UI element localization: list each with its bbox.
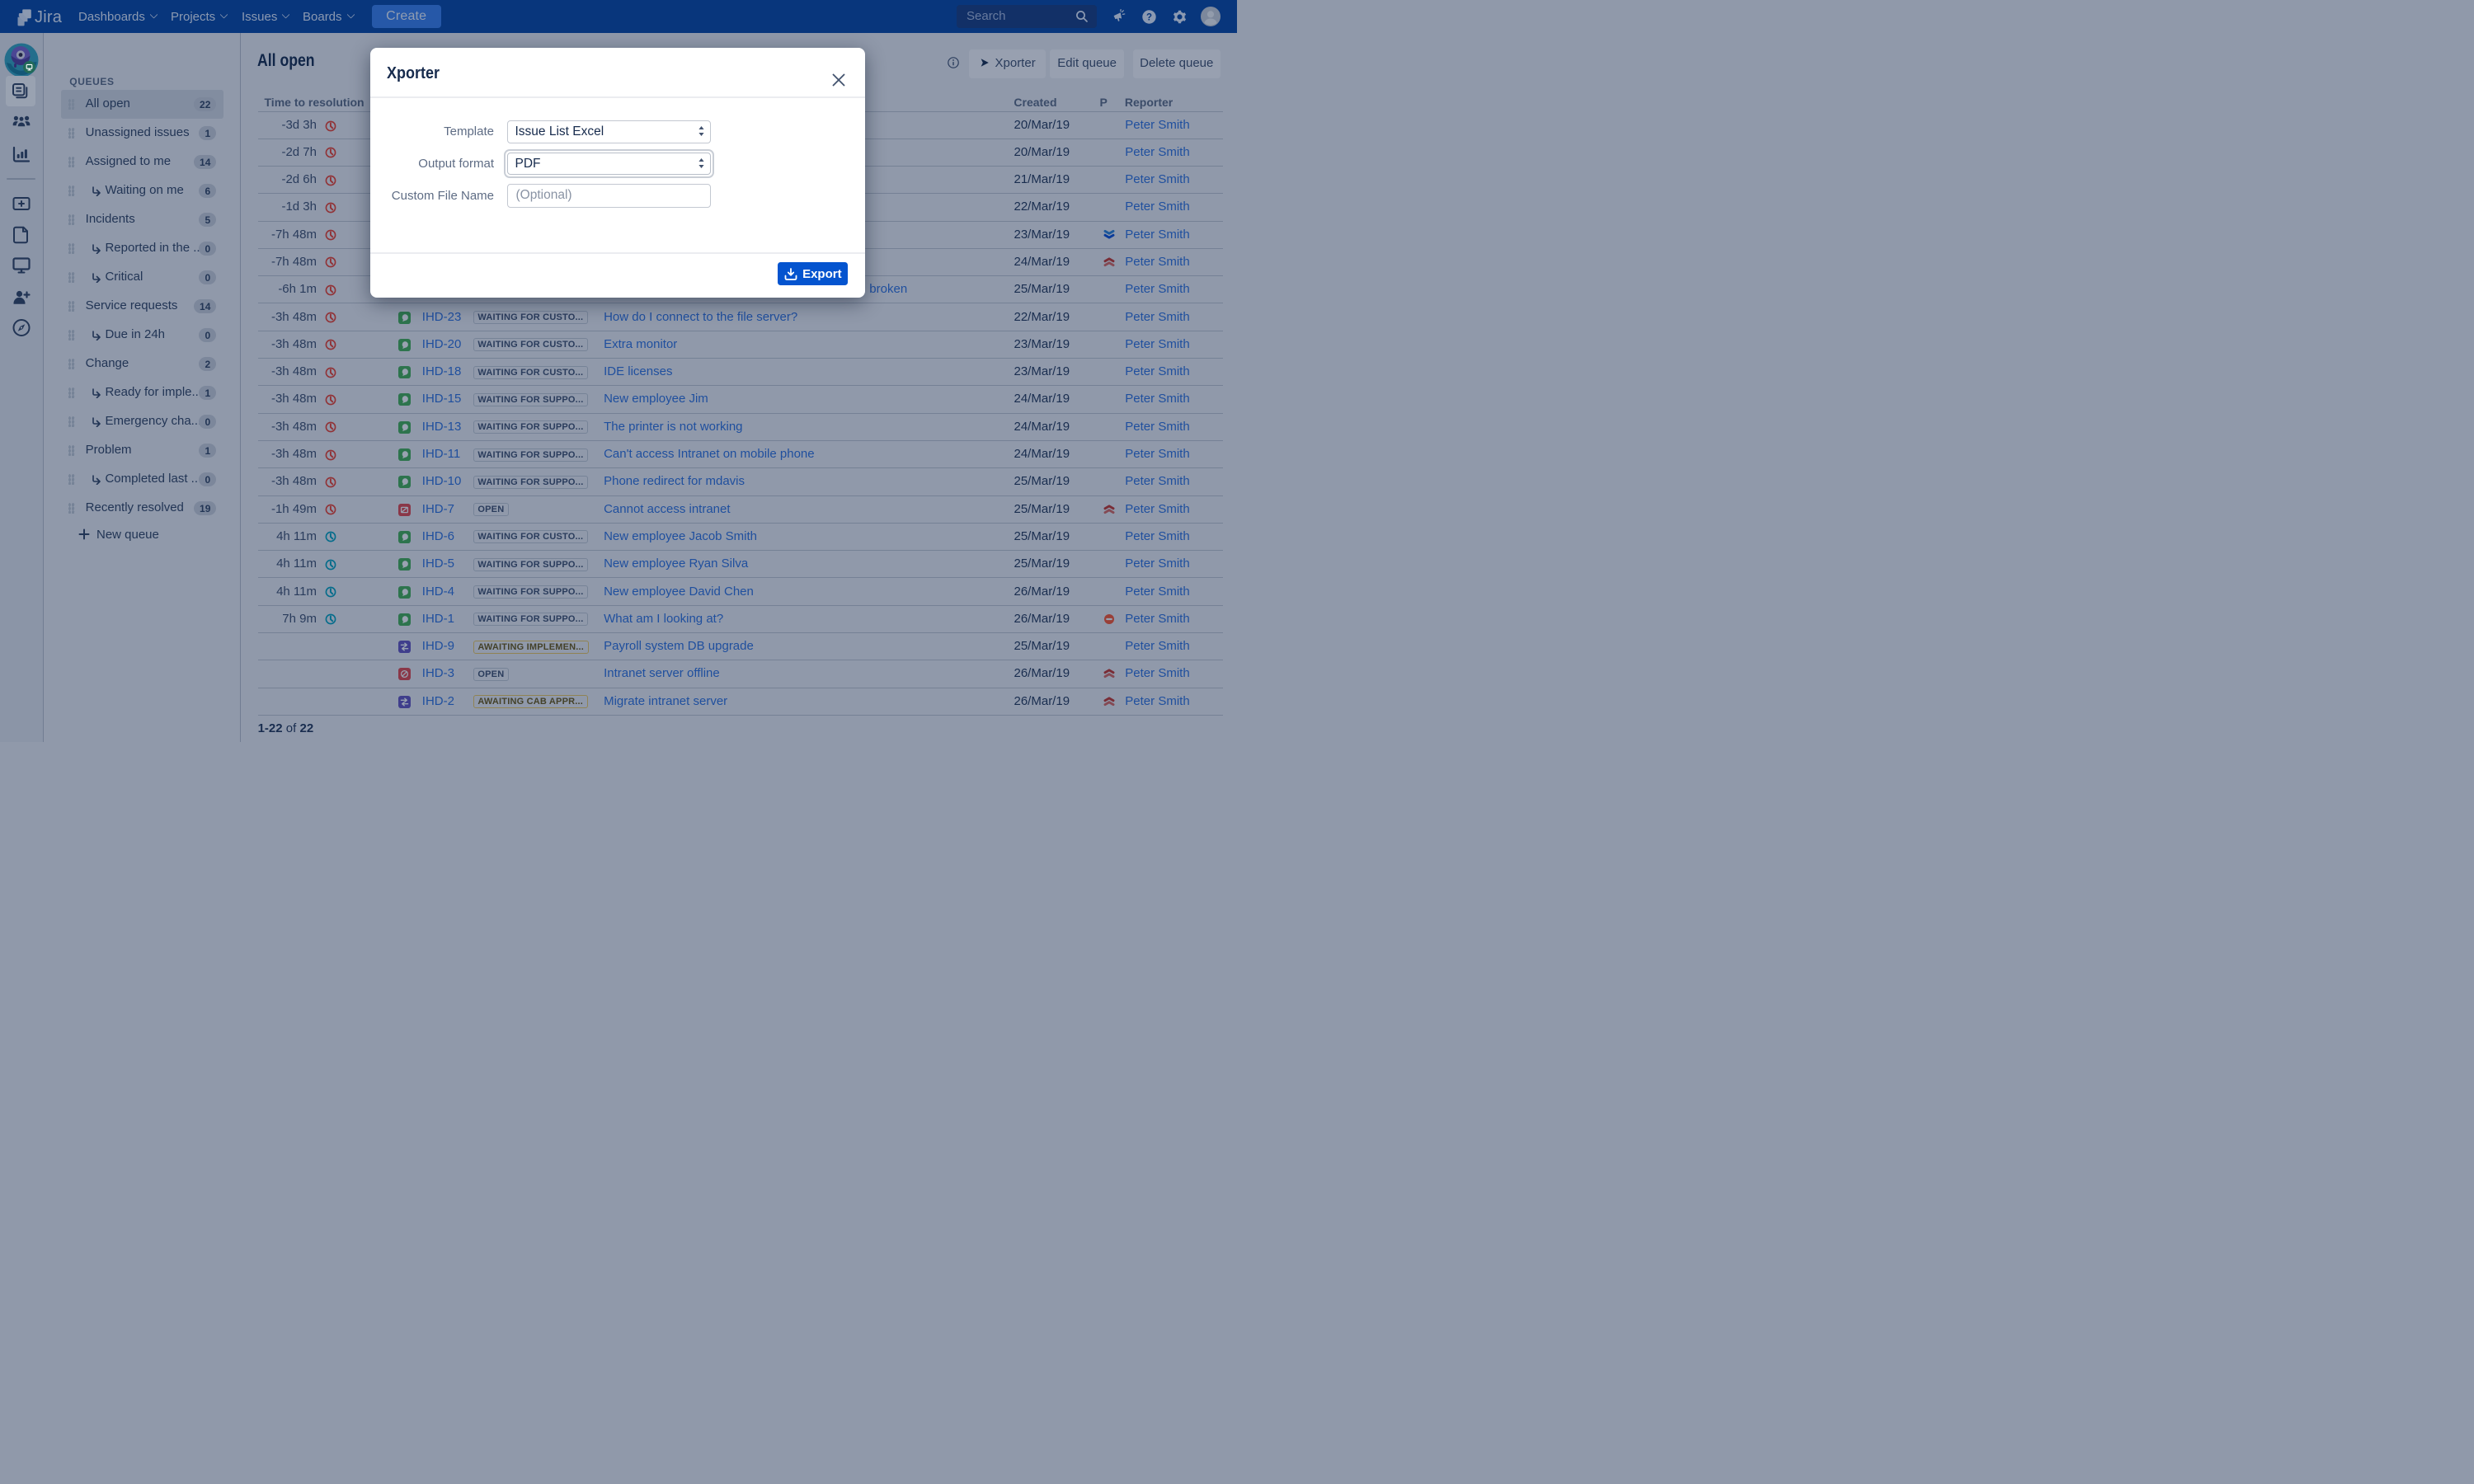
svg-text:?: ?	[1146, 12, 1152, 22]
